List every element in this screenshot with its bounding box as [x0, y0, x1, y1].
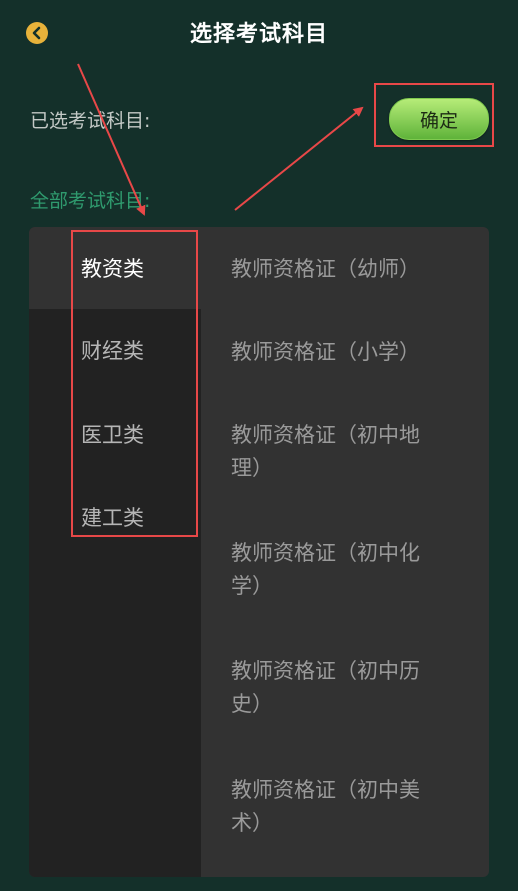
subject-picker-panel: 教资类 财经类 医卫类 建工类 教师资格证（幼师） 教师资格证（小学） 教师资格… — [29, 227, 489, 877]
page-title: 选择考试科目 — [189, 22, 328, 47]
subject-item[interactable]: 教师资格证（小学） — [231, 336, 449, 369]
header: 选择考试科目 — [0, 0, 518, 64]
selected-subjects-label: 已选考试科目: — [30, 110, 151, 132]
category-item-jiaozi[interactable]: 教资类 — [29, 227, 201, 309]
subject-list: 教师资格证（幼师） 教师资格证（小学） 教师资格证（初中地理） 教师资格证（初中… — [201, 227, 489, 877]
subject-item[interactable]: 教师资格证（初中历史） — [231, 655, 449, 721]
subject-item[interactable]: 教师资格证（幼师） — [231, 253, 449, 286]
subject-item[interactable]: 教师资格证（初中美术） — [231, 774, 449, 840]
category-list: 教资类 财经类 医卫类 建工类 — [29, 227, 201, 877]
subject-item[interactable]: 教师资格证（初中化学） — [231, 537, 449, 603]
arrow-to-confirm — [234, 106, 364, 211]
category-item-caijing[interactable]: 财经类 — [29, 309, 201, 391]
all-subjects-label: 全部考试科目: — [30, 190, 151, 212]
confirm-button[interactable]: 确定 — [389, 98, 489, 140]
category-item-jiangong[interactable]: 建工类 — [29, 476, 201, 558]
category-item-yiwei[interactable]: 医卫类 — [29, 393, 201, 475]
subject-item[interactable]: 教师资格证（初中地理） — [231, 419, 449, 485]
